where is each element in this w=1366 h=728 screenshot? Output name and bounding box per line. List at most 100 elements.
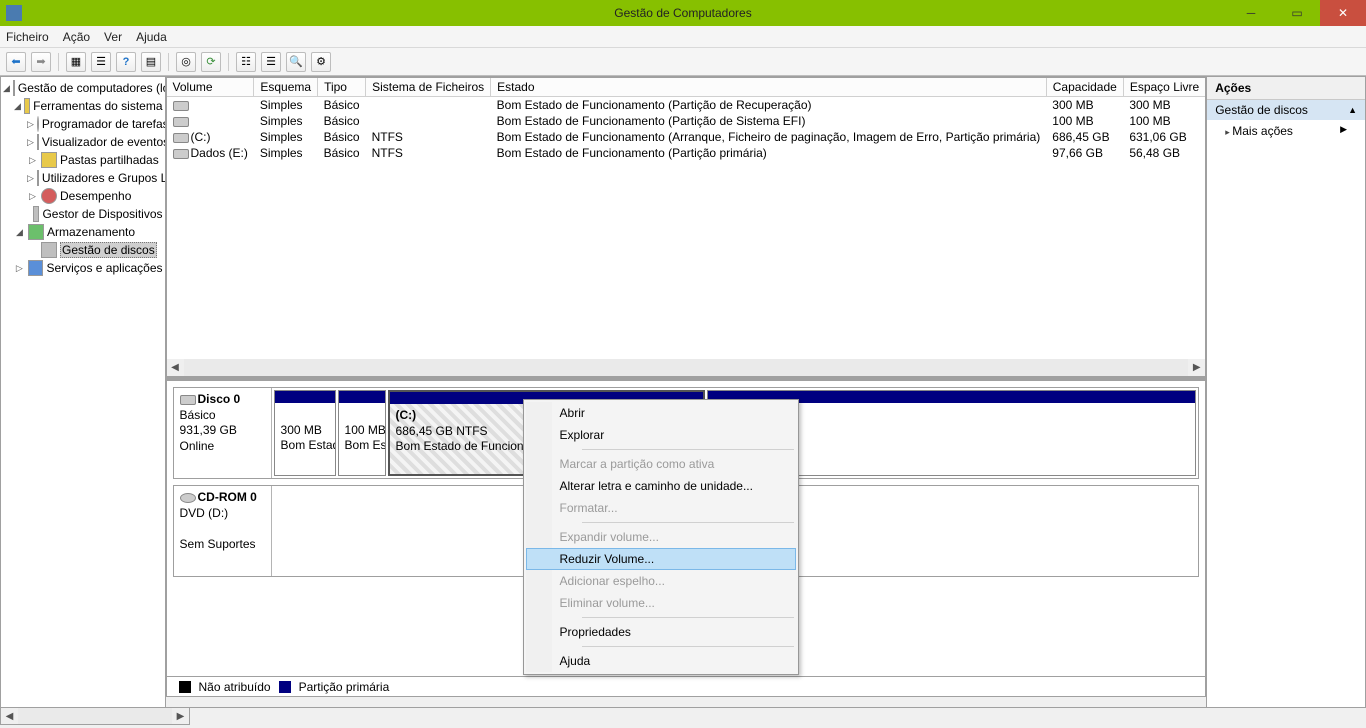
- minimize-button[interactable]: ─: [1228, 0, 1274, 26]
- partition-size: 686,45 GB NTFS: [396, 424, 488, 438]
- ctx-format: Formatar...: [526, 497, 796, 519]
- menu-bar: Ficheiro Ação Ver Ajuda: [0, 26, 1366, 48]
- maximize-button[interactable]: ▭: [1274, 0, 1320, 26]
- ctx-add-mirror: Adicionar espelho...: [526, 570, 796, 592]
- table-row[interactable]: Dados (E:)SimplesBásicoNTFSBom Estado de…: [167, 145, 1206, 161]
- table-row[interactable]: SimplesBásicoBom Estado de Funcionamento…: [167, 97, 1206, 114]
- navigation-tree[interactable]: ◢Gestão de computadores (local) ◢Ferrame…: [0, 76, 166, 708]
- tree-root[interactable]: Gestão de computadores (local): [18, 81, 166, 95]
- tree-scrollbar[interactable]: ◀ ▶: [0, 708, 190, 725]
- toolbar-icon[interactable]: ☰: [91, 52, 111, 72]
- toolbar-icon[interactable]: ☰: [261, 52, 281, 72]
- horizontal-scrollbar[interactable]: ◀ ▶: [167, 359, 1206, 376]
- events-icon: [37, 134, 39, 150]
- toolbar: ⬅ ➡ ▦ ☰ ? ▤ ◎ ⟳ ☷ ☰ 🔍 ⚙: [0, 48, 1366, 76]
- col-layout[interactable]: Esquema: [254, 78, 318, 97]
- folder-icon: [41, 152, 57, 168]
- tree-node[interactable]: Ferramentas do sistema: [33, 99, 162, 113]
- col-fs[interactable]: Sistema de Ficheiros: [366, 78, 491, 97]
- actions-header: Ações: [1207, 77, 1365, 100]
- table-row[interactable]: SimplesBásicoBom Estado de Funcionamento…: [167, 113, 1206, 129]
- services-icon: [28, 260, 44, 276]
- legend-swatch-primary: [279, 681, 291, 693]
- col-cap[interactable]: Capacidade: [1046, 78, 1123, 97]
- refresh-icon[interactable]: ⟳: [201, 52, 221, 72]
- context-menu: Abrir Explorar Marcar a partição como at…: [523, 399, 799, 675]
- tree-node[interactable]: Gestor de Dispositivos: [42, 207, 162, 221]
- title-bar: Gestão de Computadores ─ ▭ ✕: [0, 0, 1366, 26]
- back-button[interactable]: ⬅: [6, 52, 26, 72]
- toolbar-icon[interactable]: ⚙: [311, 52, 331, 72]
- toolbar-icon[interactable]: ☷: [236, 52, 256, 72]
- close-button[interactable]: ✕: [1320, 0, 1366, 26]
- ctx-open[interactable]: Abrir: [526, 402, 796, 424]
- scroll-left-icon[interactable]: ◀: [167, 359, 184, 376]
- actions-section-label: Gestão de discos: [1215, 103, 1308, 117]
- cdrom-type: DVD (D:): [180, 506, 229, 520]
- cdrom-icon: [180, 493, 196, 503]
- partition[interactable]: 300 MBBom Estado: [274, 390, 336, 476]
- window-title: Gestão de Computadores: [614, 6, 751, 20]
- ctx-help[interactable]: Ajuda: [526, 650, 796, 672]
- disk-icon: [180, 395, 196, 405]
- toolbar-icon[interactable]: ▤: [141, 52, 161, 72]
- legend-swatch-unallocated: [179, 681, 191, 693]
- collapse-icon[interactable]: ▲: [1348, 105, 1357, 115]
- help-icon[interactable]: ?: [116, 52, 136, 72]
- actions-more-label: Mais ações: [1232, 124, 1293, 138]
- toolbar-icon[interactable]: ◎: [176, 52, 196, 72]
- partition-status: Bom Estado: [281, 438, 335, 452]
- legend: Não atribuído Partição primária: [166, 677, 1207, 697]
- ctx-properties[interactable]: Propriedades: [526, 621, 796, 643]
- tree-node[interactable]: Desempenho: [60, 189, 131, 203]
- menu-view[interactable]: Ver: [104, 30, 122, 44]
- storage-icon: [28, 224, 44, 240]
- tree-node[interactable]: Armazenamento: [47, 225, 135, 239]
- ctx-delete-volume: Eliminar volume...: [526, 592, 796, 614]
- col-volume[interactable]: Volume: [167, 78, 254, 97]
- actions-pane: Ações Gestão de discos ▲ Mais ações▶: [1206, 76, 1366, 708]
- users-icon: [37, 170, 39, 186]
- menu-file[interactable]: Ficheiro: [6, 30, 49, 44]
- cdrom-status: Sem Suportes: [180, 537, 256, 551]
- table-row[interactable]: (C:)SimplesBásicoNTFSBom Estado de Funci…: [167, 129, 1206, 145]
- partition-status: Bom Estado: [345, 438, 385, 452]
- col-type[interactable]: Tipo: [318, 78, 366, 97]
- scroll-right-icon[interactable]: ▶: [1188, 359, 1205, 376]
- ctx-change-letter[interactable]: Alterar letra e caminho de unidade...: [526, 475, 796, 497]
- ctx-expand-volume: Expandir volume...: [526, 526, 796, 548]
- legend-primary: Partição primária: [299, 680, 390, 694]
- tree-node[interactable]: Utilizadores e Grupos Locais: [42, 171, 166, 185]
- tree-node[interactable]: Visualizador de eventos: [42, 135, 166, 149]
- tree-node-disk-mgmt[interactable]: Gestão de discos: [60, 242, 157, 258]
- ctx-explore[interactable]: Explorar: [526, 424, 796, 446]
- toolbar-icon[interactable]: 🔍: [286, 52, 306, 72]
- ctx-mark-active: Marcar a partição como ativa: [526, 453, 796, 475]
- toolbar-icon[interactable]: ▦: [66, 52, 86, 72]
- disk-map: Disco 0 Básico 931,39 GB Online 300 MBBo…: [166, 377, 1207, 677]
- menu-action[interactable]: Ação: [63, 30, 90, 44]
- partition[interactable]: 100 MBBom Estado: [338, 390, 386, 476]
- ctx-shrink-volume[interactable]: Reduzir Volume...: [526, 548, 796, 570]
- cdrom-name: CD-ROM 0: [198, 490, 257, 504]
- tree-node[interactable]: Serviços e aplicações: [46, 261, 162, 275]
- disk-type: Básico: [180, 408, 216, 422]
- app-icon: [6, 5, 22, 21]
- actions-section[interactable]: Gestão de discos ▲: [1207, 100, 1365, 120]
- tree-node[interactable]: Pastas partilhadas: [60, 153, 159, 167]
- partition-letter: (C:): [396, 408, 417, 422]
- volume-list[interactable]: Volume Esquema Tipo Sistema de Ficheiros…: [166, 77, 1207, 377]
- forward-button[interactable]: ➡: [31, 52, 51, 72]
- disk-status: Online: [180, 439, 215, 453]
- disk-name: Disco 0: [198, 392, 241, 406]
- col-free[interactable]: Espaço Livre: [1123, 78, 1205, 97]
- tree-node[interactable]: Programador de tarefas: [42, 117, 166, 131]
- scroll-right-icon[interactable]: ▶: [172, 708, 189, 724]
- scroll-left-icon[interactable]: ◀: [1, 708, 18, 724]
- device-icon: [33, 206, 39, 222]
- col-status[interactable]: Estado: [491, 78, 1047, 97]
- actions-more[interactable]: Mais ações▶: [1207, 120, 1365, 142]
- clock-icon: [37, 116, 39, 132]
- cdrom-info: CD-ROM 0 DVD (D:) Sem Suportes: [174, 486, 272, 576]
- menu-help[interactable]: Ajuda: [136, 30, 167, 44]
